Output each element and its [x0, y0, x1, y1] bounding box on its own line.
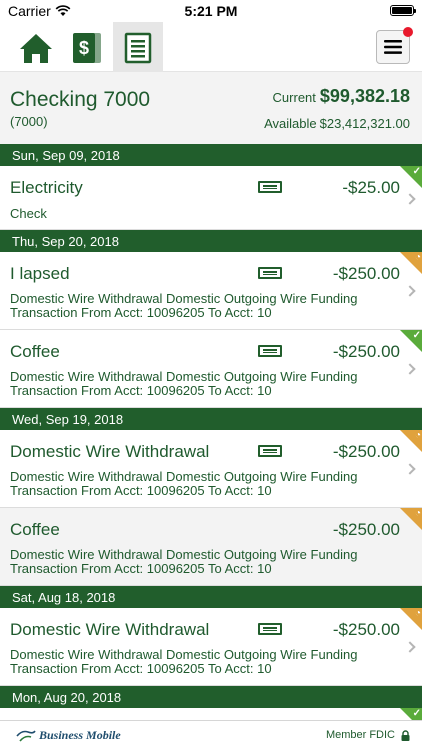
date-header: Sat, Aug 18, 2018 — [0, 586, 422, 608]
available-balance: Available $23,412,321.00 — [264, 116, 410, 131]
transaction-description: Domestic Wire Withdrawal Domestic Outgoi… — [10, 291, 358, 306]
fdic-notice: Member FDIC — [326, 729, 410, 741]
current-balance-label: Current — [272, 90, 316, 105]
transaction-row[interactable]: ◔ Coffee -$250.00 Domestic Wire Withdraw… — [0, 508, 422, 586]
account-summary: Checking 7000 (7000) Current $99,382.18 … — [0, 72, 422, 144]
transaction-title: Domestic Wire Withdrawal — [10, 620, 210, 639]
home-icon — [20, 34, 52, 63]
transaction-amount: -$25.00 — [342, 178, 400, 197]
date-header: Wed, Sep 19, 2018 — [0, 408, 422, 430]
transaction-row[interactable]: ◔ Domestic Wire Withdrawal -$250.00 Dome… — [0, 608, 422, 686]
checkmark-icon: ✓ — [412, 330, 421, 341]
transaction-type: Check — [10, 206, 47, 221]
transaction-accounts: Transaction From Acct: 10096205 To Acct:… — [10, 561, 272, 576]
check-icon — [258, 181, 282, 193]
status-bar: Carrier 5:21 PM — [0, 0, 422, 22]
transaction-row[interactable]: ◔ I lapsed -$250.00 Domestic Wire Withdr… — [0, 252, 422, 330]
transaction-title: I lapsed — [10, 264, 70, 283]
chevron-right-icon — [404, 363, 416, 375]
notification-dot — [403, 27, 413, 37]
fdic-label: Member FDIC — [325, 729, 395, 741]
bank-logo-icon — [16, 730, 36, 742]
transaction-accounts: Transaction From Acct: 10096205 To Acct:… — [10, 661, 272, 676]
transaction-accounts: Transaction From Acct: 10096205 To Acct:… — [10, 383, 272, 398]
check-icon — [258, 623, 282, 635]
check-icon — [258, 267, 282, 279]
transaction-accounts: Transaction From Acct: 10096205 To Acct:… — [10, 305, 272, 320]
date-header: Sun, Sep 09, 2018 — [0, 144, 422, 166]
menu-button[interactable] — [376, 27, 413, 64]
check-icon — [258, 445, 282, 457]
top-nav: $ — [0, 22, 422, 72]
hamburger-menu-icon — [384, 40, 402, 54]
date-header: Mon, Aug 20, 2018 — [0, 686, 422, 708]
transaction-title: Coffee — [10, 520, 60, 539]
transaction-amount: -$250.00 — [332, 264, 400, 283]
account-number: (7000) — [10, 114, 48, 129]
clock-icon: ◔ — [414, 430, 421, 441]
transaction-row[interactable]: ◔ Domestic Wire Withdrawal -$250.00 Dome… — [0, 430, 422, 508]
bills-button[interactable]: $ — [67, 28, 107, 68]
current-balance-value: $99,382.18 — [319, 86, 410, 106]
bank-logo: Business Mobile — [16, 728, 121, 743]
check-icon — [258, 345, 282, 357]
transaction-title: Coffee — [10, 342, 60, 361]
chevron-right-icon — [404, 641, 416, 653]
transaction-row[interactable]: ✓ Coffee -$250.00 Domestic Wire Withdraw… — [0, 330, 422, 408]
transaction-title: Domestic Wire Withdrawal — [10, 442, 210, 461]
status-time: 5:21 PM — [184, 3, 238, 19]
available-balance-value: $23,412,321.00 — [319, 116, 410, 131]
lock-icon — [401, 729, 410, 741]
chevron-right-icon — [404, 463, 416, 475]
transaction-description: Domestic Wire Withdrawal Domestic Outgoi… — [10, 647, 358, 662]
transaction-description: Domestic Wire Withdrawal Domestic Outgoi… — [10, 547, 358, 562]
app-name: Business Mobile — [39, 728, 121, 742]
current-balance: Current $99,382.18 — [273, 86, 410, 107]
transaction-amount: -$250.00 — [332, 520, 400, 539]
transaction-accounts: Transaction From Acct: 10096205 To Acct:… — [10, 483, 272, 498]
account-name: Checking 7000 — [10, 88, 151, 111]
checkmark-icon: ✓ — [412, 166, 421, 177]
transaction-description: Domestic Wire Withdrawal Domestic Outgoi… — [10, 469, 358, 484]
transaction-row[interactable]: ✓ Electricity -$25.00 Check — [0, 166, 422, 230]
chevron-right-icon — [404, 285, 416, 297]
date-header: Thu, Sep 20, 2018 — [0, 230, 422, 252]
footer: Business Mobile Member FDIC — [0, 720, 422, 750]
register-icon — [124, 32, 152, 64]
chevron-right-icon — [404, 193, 416, 205]
clock-icon: ◔ — [414, 252, 421, 263]
svg-text:$: $ — [79, 38, 89, 58]
transaction-amount: -$250.00 — [332, 342, 400, 361]
checkmark-icon: ✓ — [412, 708, 421, 719]
dollar-bill-icon: $ — [73, 33, 101, 63]
transaction-title: Electricity — [10, 178, 83, 197]
home-button[interactable] — [16, 28, 56, 68]
clock-icon: ◔ — [414, 508, 421, 519]
register-button[interactable] — [118, 28, 158, 68]
transaction-amount: -$250.00 — [332, 620, 400, 639]
transaction-description: Domestic Wire Withdrawal Domestic Outgoi… — [10, 369, 358, 384]
battery-icon — [390, 5, 416, 16]
clock-icon: ◔ — [414, 608, 421, 619]
available-balance-label: Available — [264, 116, 317, 131]
transaction-list[interactable]: Sun, Sep 09, 2018 ✓ Electricity -$25.00 … — [0, 144, 422, 730]
transaction-amount: -$250.00 — [332, 442, 400, 461]
